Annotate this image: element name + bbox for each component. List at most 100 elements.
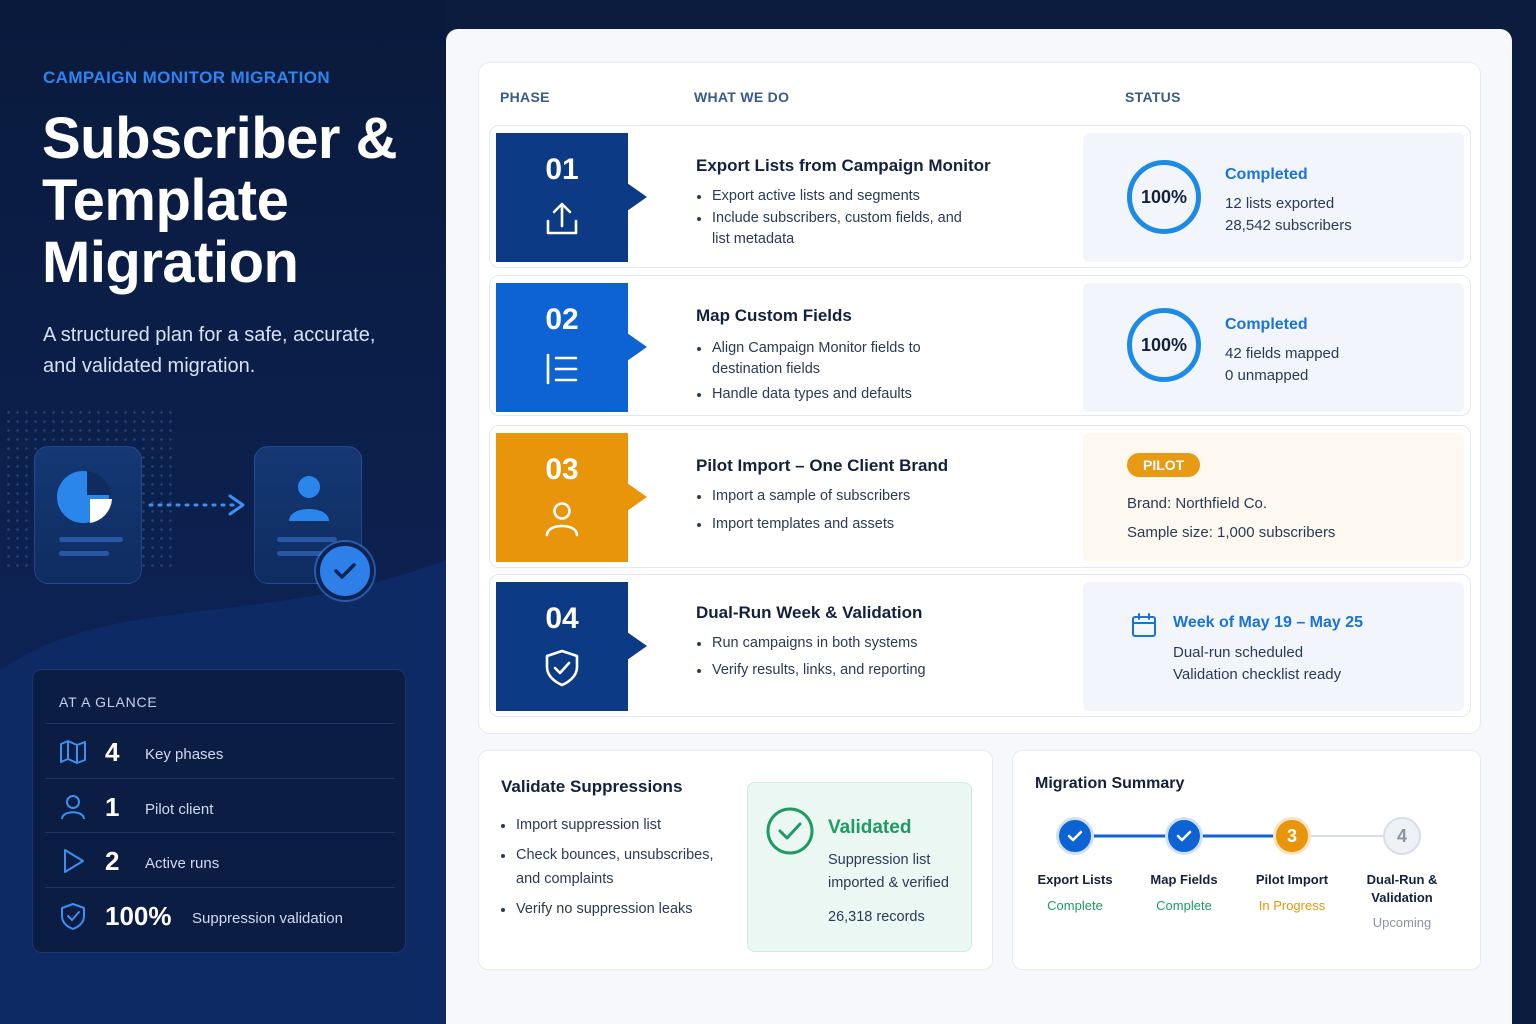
page-title: Subscriber & Template Migration [42,106,398,295]
step-label: Export Lists [1037,872,1113,887]
pilot-badge: PILOT [1127,453,1201,477]
status-box: 100% Completed 42 fields mapped 0 unmapp… [1083,283,1464,412]
glance-row: 1 Pilot client [45,778,395,832]
user-icon [61,795,85,820]
column-header-status: STATUS [1125,89,1181,105]
glance-title: AT A GLANCE [59,694,158,710]
phase-bullets: Align Campaign Monitor fields to destina… [696,338,966,406]
shield-check-icon [545,649,579,687]
check-badge-icon [316,542,374,600]
step-label: Dual-Run & Validation [1366,872,1438,905]
phase-title: Pilot Import – One Client Brand [696,456,949,475]
phase-row: 04 Dual-Run Week & Validation Run campai… [489,574,1471,717]
status-line: Validation checklist ready [1173,666,1342,683]
summary-step: Export Lists Complete [1020,817,1130,913]
summary-step: 3 Pilot Import In Progress [1237,817,1347,913]
status-head: Completed [1225,316,1308,333]
phase-title: Dual-Run Week & Validation [696,603,923,622]
phase-row: 02 Map Custom Fields Align Campaign Moni… [489,275,1471,416]
phase-row: 03 Pilot Import – One Client Brand Impor… [489,425,1471,568]
phase-bullet: Import a sample of subscribers [696,486,976,507]
phase-bullets: Export active lists and segments Include… [696,186,976,251]
validated-result-box: Validated Suppression list imported & ve… [747,782,972,952]
step-marker: 4 [1383,817,1421,855]
at-a-glance-panel: AT A GLANCE 4 Key phases 1 Pilot client … [32,669,406,953]
user-icon [545,502,579,537]
phase-bullet: Export active lists and segments [696,186,976,207]
glance-row: 4 Key phases [45,723,395,777]
main-panel: PHASE WHAT WE DO STATUS 01 Export Lists … [446,29,1512,1024]
dotted-arrow-icon [148,494,245,516]
glance-label: Pilot client [145,801,214,818]
phase-bullet: Include subscribers, custom fields, and … [696,208,976,250]
check-circle-icon [766,807,814,855]
step-complete-icon [1056,817,1094,855]
status-line: Sample size: 1,000 subscribers [1127,524,1336,541]
phase-bullets: Run campaigns in both systems Verify res… [696,633,976,682]
validated-line: Suppression list imported & verified [828,852,949,891]
phase-number: 02 [545,303,579,336]
validate-suppressions-card: Validate Suppressions Import suppression… [478,750,993,970]
migration-summary-card: Migration Summary Export Lists Complete … [1012,750,1481,970]
report-card-illustration [34,446,142,584]
shield-check-icon [61,903,85,930]
phase-tag: 04 [496,582,647,711]
column-header-phase: PHASE [500,89,550,105]
step-marker: 3 [1273,817,1311,855]
user-icon [289,476,329,521]
glance-label: Suppression validation [192,910,343,927]
phase-number: 01 [545,153,579,186]
status-line: 12 lists exported [1225,195,1335,212]
phase-tag: 02 [496,283,647,412]
step-label: Pilot Import [1255,872,1329,887]
eyebrow-label: CAMPAIGN MONITOR MIGRATION [43,68,331,87]
phases-table: PHASE WHAT WE DO STATUS 01 Export Lists … [478,62,1481,734]
page-subtitle: A structured plan for a safe, accurate, … [43,324,376,377]
phase-bullet: Verify results, links, and reporting [696,660,976,681]
status-line: 0 unmapped [1225,367,1309,384]
upload-icon [546,202,578,235]
list-icon [546,353,578,385]
status-line: 42 fields mapped [1225,345,1340,362]
status-box: 100% Completed 12 lists exported 28,542 … [1083,133,1464,262]
phase-tag: 01 [496,133,647,262]
glance-value: 100% [105,901,172,931]
card-title: Migration Summary [1035,775,1185,792]
summary-step: Map Fields Complete [1129,817,1239,913]
step-label: Map Fields [1150,872,1218,887]
validated-head: Validated [828,817,912,838]
phase-title: Map Custom Fields [696,306,852,325]
phase-bullet: Align Campaign Monitor fields to destina… [696,338,966,380]
phase-bullet: Import templates and assets [696,514,976,535]
suppression-bullet: Verify no suppression leaks [501,897,731,921]
phase-bullet: Handle data types and defaults [696,384,966,405]
summary-step: 4 Dual-Run & Validation Upcoming [1347,817,1457,930]
phase-row: 01 Export Lists from Campaign Monitor Ex… [489,125,1471,268]
status-line: Dual-run scheduled [1173,644,1304,661]
glance-label: Key phases [145,746,224,763]
suppression-bullet: Import suppression list [501,813,731,837]
progress-ring: 100% [1127,308,1201,382]
step-state: Complete [1156,898,1212,913]
phase-bullet: Run campaigns in both systems [696,633,976,654]
column-header-what: WHAT WE DO [694,89,790,105]
phase-title: Export Lists from Campaign Monitor [696,156,991,175]
glance-value: 1 [105,792,120,822]
phase-tag: 03 [496,433,647,562]
card-title: Validate Suppressions [501,777,683,796]
step-state: Complete [1047,898,1103,913]
step-state: In Progress [1258,898,1326,913]
status-box: Week of May 19 – May 25 Dual-run schedul… [1083,582,1464,711]
status-box: PILOT Brand: Northfield Co. Sample size:… [1083,433,1464,562]
status-line: Brand: Northfield Co. [1127,495,1268,512]
glance-row: 2 Active runs [45,832,395,886]
phase-bullets: Import a sample of subscribers Import te… [696,486,976,536]
glance-value: 4 [105,737,120,767]
status-line: 28,542 subscribers [1225,217,1352,234]
play-icon [64,849,84,873]
phase-number: 03 [545,453,579,486]
suppression-bullets: Import suppression list Check bounces, u… [501,813,731,927]
suppression-bullet: Check bounces, unsubscribes, and complai… [501,843,731,891]
map-icon [60,740,86,764]
glance-row: 100% Suppression validation [45,887,395,941]
